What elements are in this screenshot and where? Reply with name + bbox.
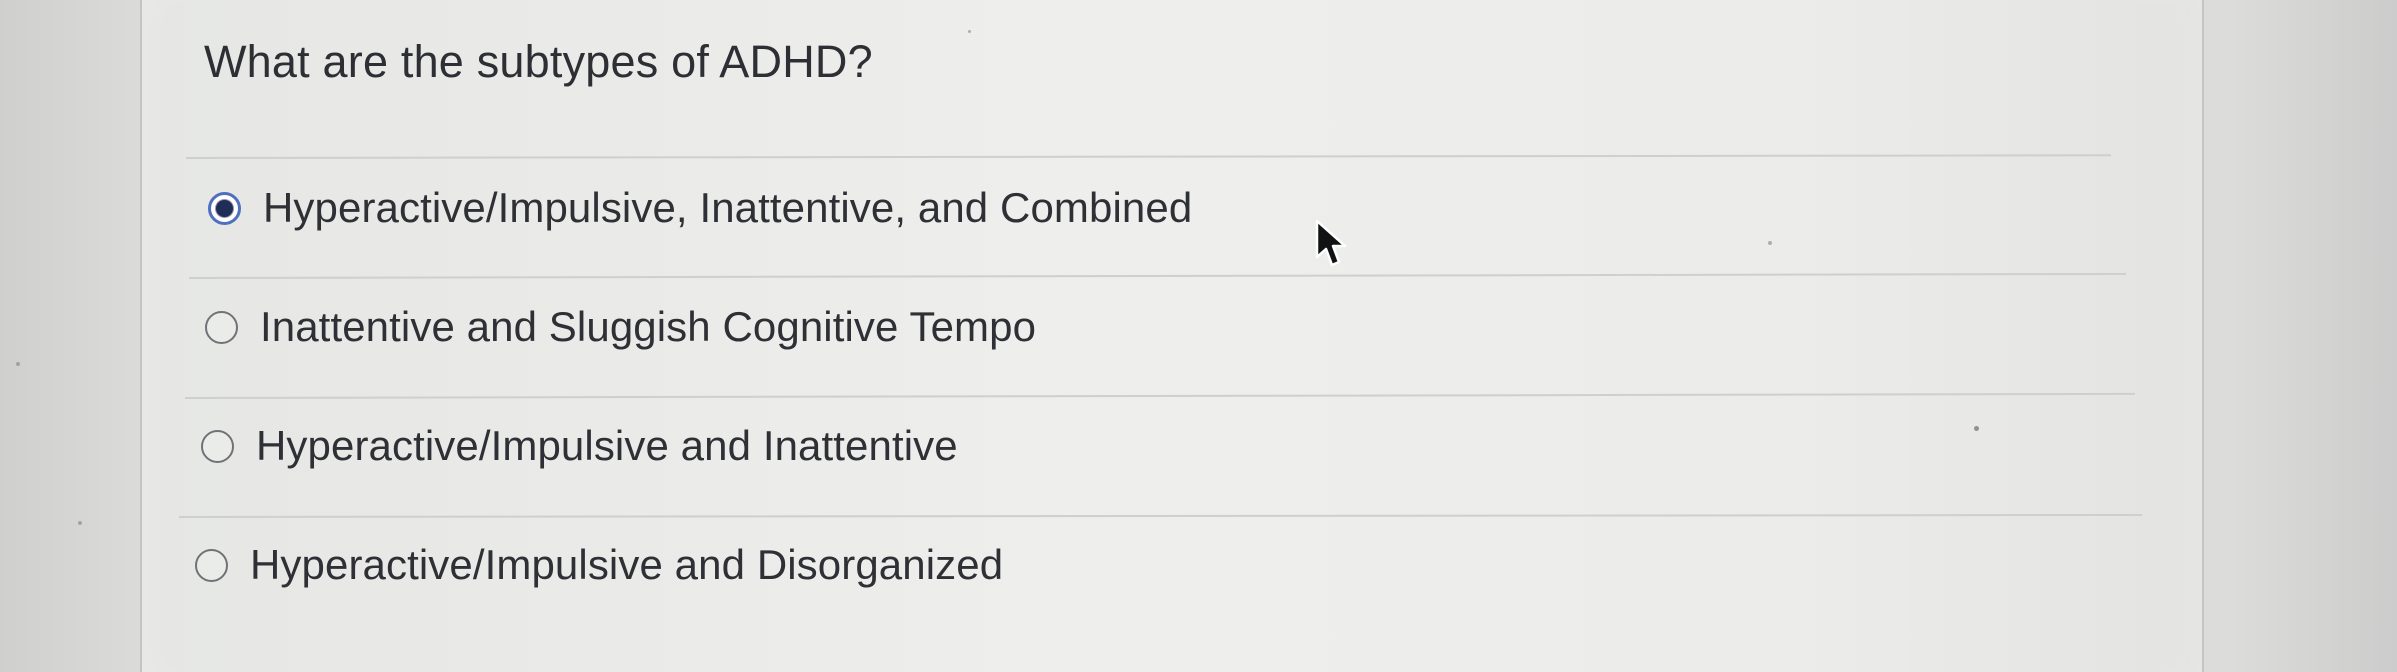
answer-options: Hyperactive/Impulsive, Inattentive, and …	[142, 0, 2202, 672]
screen-dust-speck	[1768, 241, 1772, 245]
answer-option-3[interactable]: Hyperactive/Impulsive and Inattentive	[201, 416, 958, 476]
option-divider-3	[178, 513, 2143, 518]
radio-unselected-icon[interactable]	[201, 429, 234, 463]
screen-background: What are the subtypes of ADHD? Hyperacti…	[0, 0, 2397, 672]
screen-dust-speck	[1974, 426, 1979, 431]
screen-dust-speck	[968, 30, 971, 33]
option-divider-1	[188, 272, 2126, 279]
screen-dust-speck	[78, 521, 82, 525]
radio-unselected-icon[interactable]	[195, 548, 228, 582]
radio-unselected-icon[interactable]	[205, 310, 238, 344]
screen-dust-speck	[16, 362, 20, 366]
mouse-pointer-icon	[1315, 219, 1347, 267]
question-card: What are the subtypes of ADHD? Hyperacti…	[140, 0, 2204, 672]
answer-option-2[interactable]: Inattentive and Sluggish Cognitive Tempo	[205, 297, 1036, 357]
answer-option-2-label: Inattentive and Sluggish Cognitive Tempo	[260, 303, 1037, 350]
answer-option-4[interactable]: Hyperactive/Impulsive and Disorganized	[195, 535, 1003, 595]
answer-option-1[interactable]: Hyperactive/Impulsive, Inattentive, and …	[208, 178, 1192, 238]
option-divider-2	[184, 392, 2135, 399]
answer-option-1-label: Hyperactive/Impulsive, Inattentive, and …	[263, 184, 1193, 231]
radio-selected-icon[interactable]	[208, 191, 241, 225]
answer-option-4-label: Hyperactive/Impulsive and Disorganized	[250, 541, 1004, 588]
answer-option-3-label: Hyperactive/Impulsive and Inattentive	[256, 422, 958, 469]
